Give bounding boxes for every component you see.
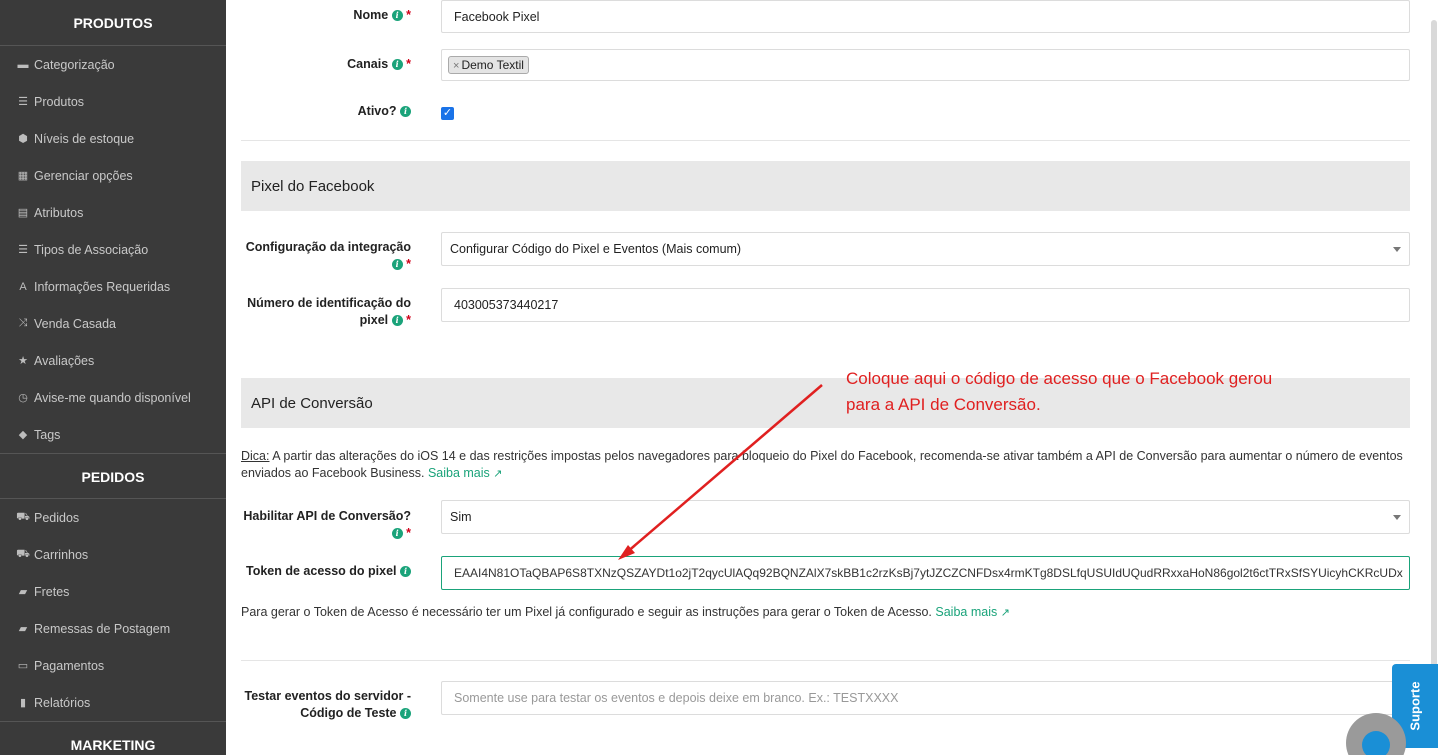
sidebar-item-label: Categorização xyxy=(34,57,115,72)
sidebar-item-informacoes-requeridas[interactable]: A Informações Requeridas xyxy=(0,268,226,305)
scrollbar-thumb[interactable] xyxy=(1431,20,1437,710)
list-alt-icon: ▤ xyxy=(17,207,29,219)
grid-icon: ▦ xyxy=(17,170,29,182)
sidebar-heading-marketing: MARKETING xyxy=(0,721,226,755)
sidebar-item-label: Carrinhos xyxy=(34,547,89,562)
sidebar-item-avise-me[interactable]: ◷ Avise-me quando disponível xyxy=(0,379,226,416)
cart-icon: ⛟ xyxy=(16,510,30,523)
sidebar-item-label: Pagamentos xyxy=(34,658,105,673)
main-content: Nome i * Facebook Pixel Canais i * × Demo… xyxy=(226,0,1438,755)
scrollbar[interactable] xyxy=(1430,0,1438,755)
sidebar-item-tipos-associacao[interactable]: ☰ Tipos de Associação xyxy=(0,231,226,268)
sidebar-item-niveis-estoque[interactable]: ⬢ Níveis de estoque xyxy=(0,120,226,157)
cart-icon: ⛟ xyxy=(16,547,30,560)
sidebar-item-label: Avaliações xyxy=(34,353,95,368)
sidebar-item-label: Venda Casada xyxy=(34,316,117,331)
sidebar-item-avaliacoes[interactable]: ★ Avaliações xyxy=(0,342,226,379)
sidebar-item-relatorios[interactable]: ▮ Relatórios xyxy=(0,684,226,721)
sidebar-list-pedidos: ⛟ Pedidos ⛟ Carrinhos ▰ Fretes ▰ Remessas de… xyxy=(0,499,226,721)
sidebar-heading-pedidos: PEDIDOS xyxy=(0,453,226,499)
cubes-icon: ⬢ xyxy=(18,133,28,145)
sidebar-item-venda-casada[interactable]: ⤨ Venda Casada xyxy=(0,305,226,342)
sidebar-item-label: Gerenciar opções xyxy=(34,168,133,183)
sidebar: PRODUTOS ▬ Categorização ☰ Produtos ⬢ Nívei… xyxy=(0,0,226,755)
sidebar-item-carrinhos[interactable]: ⛟ Carrinhos xyxy=(0,536,226,573)
sidebar-item-label: Níveis de estoque xyxy=(34,131,135,146)
sidebar-item-label: Tags xyxy=(34,427,61,442)
sidebar-item-produtos[interactable]: ☰ Produtos xyxy=(0,83,226,120)
list-icon: ☰ xyxy=(18,96,28,108)
bar-chart-icon: ▮ xyxy=(19,697,27,709)
clock-icon: ◷ xyxy=(18,392,28,404)
credit-card-icon: ▭ xyxy=(17,660,29,672)
star-icon: ★ xyxy=(18,355,28,367)
chat-icon xyxy=(1362,731,1390,755)
sidebar-item-atributos[interactable]: ▤ Atributos xyxy=(0,194,226,231)
truck-icon: ▰ xyxy=(18,586,28,598)
sidebar-item-gerenciar-opcoes[interactable]: ▦ Gerenciar opções xyxy=(0,157,226,194)
sidebar-heading-produtos: PRODUTOS xyxy=(0,0,226,46)
sidebar-item-label: Tipos de Associação xyxy=(34,242,149,257)
sidebar-item-label: Relatórios xyxy=(34,695,91,710)
font-icon: A xyxy=(19,280,27,293)
sidebar-item-categorizacao[interactable]: ▬ Categorização xyxy=(0,46,226,83)
sidebar-item-label: Remessas de Postagem xyxy=(34,621,171,636)
sidebar-item-label: Produtos xyxy=(34,94,85,109)
sidebar-item-label: Informações Requeridas xyxy=(34,279,171,294)
sidebar-item-label: Atributos xyxy=(34,205,84,220)
sidebar-item-label: Fretes xyxy=(34,584,70,599)
sidebar-item-tags[interactable]: ◆ Tags xyxy=(0,416,226,453)
tag-icon: ◆ xyxy=(18,429,28,441)
suporte-label: Suporte xyxy=(1407,681,1423,731)
folder-icon: ▬ xyxy=(17,58,29,71)
sidebar-item-label: Avise-me quando disponível xyxy=(34,390,191,405)
annotation-arrow xyxy=(618,384,823,560)
list-icon: ☰ xyxy=(18,244,28,256)
sidebar-item-remessas-postagem[interactable]: ▰ Remessas de Postagem xyxy=(0,610,226,647)
sidebar-item-label: Pedidos xyxy=(34,510,80,525)
sidebar-list-produtos: ▬ Categorização ☰ Produtos ⬢ Níveis de esto… xyxy=(0,46,226,453)
sidebar-item-fretes[interactable]: ▰ Fretes xyxy=(0,573,226,610)
truck-icon: ▰ xyxy=(18,623,28,635)
sidebar-item-pedidos[interactable]: ⛟ Pedidos xyxy=(0,499,226,536)
random-icon: ⤨ xyxy=(18,317,28,329)
sidebar-item-pagamentos[interactable]: ▭ Pagamentos xyxy=(0,647,226,684)
